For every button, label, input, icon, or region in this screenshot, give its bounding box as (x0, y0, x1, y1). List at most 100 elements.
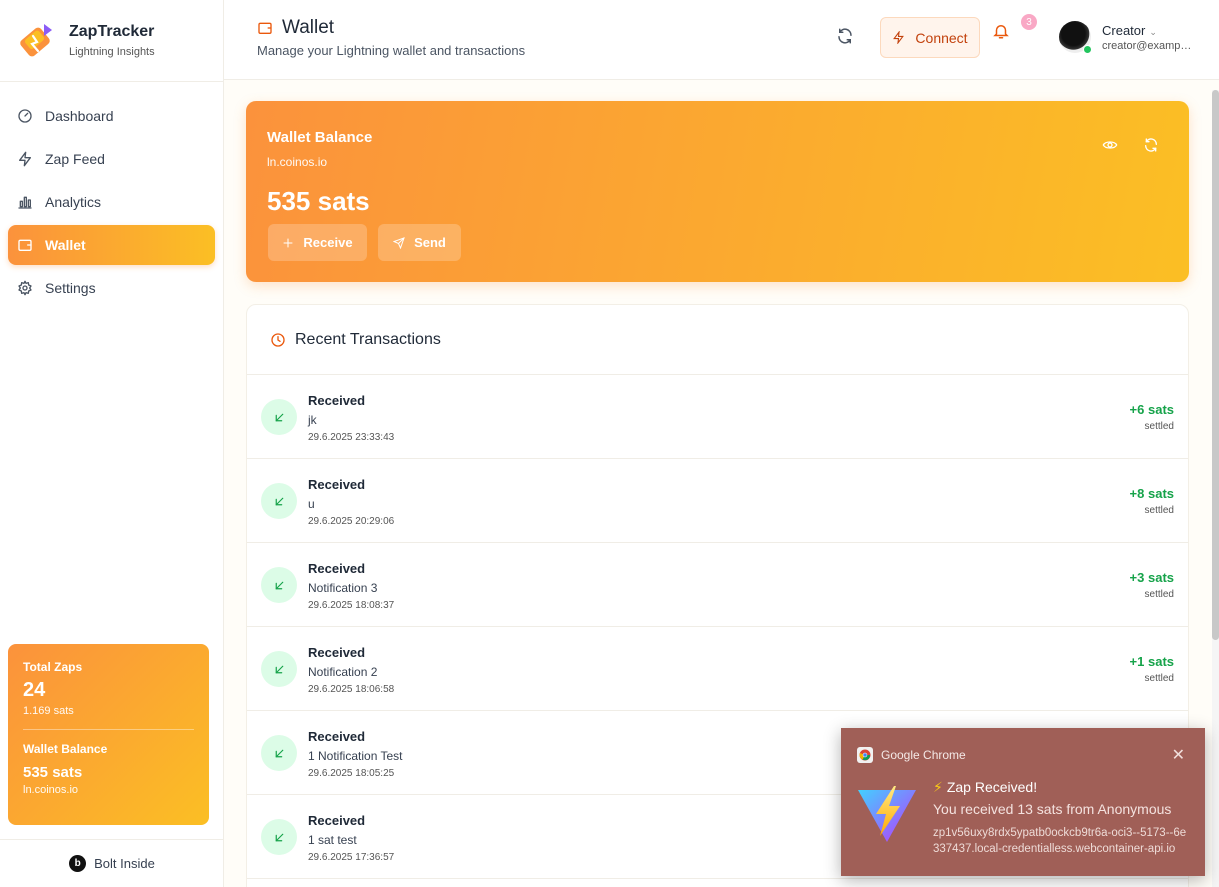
transaction-row[interactable]: Received u 29.6.2025 20:29:06 +8 sats settle… (247, 459, 1188, 543)
notification-count-badge: 3 (1021, 14, 1037, 30)
bolt-footer-label: Bolt Inside (94, 856, 155, 871)
page-title-text: Wallet (282, 17, 335, 38)
balance-title: Wallet Balance (267, 129, 373, 146)
transaction-status: settled (1144, 505, 1174, 516)
sidebar-item-wallet[interactable]: Wallet (8, 225, 215, 265)
received-arrow-icon (261, 399, 297, 435)
refresh-icon (1144, 138, 1158, 152)
bell-icon (993, 25, 1009, 39)
stats-divider (23, 729, 194, 730)
sidebar-item-settings[interactable]: Settings (8, 268, 215, 308)
wallet-balance-value: 535 sats (23, 764, 83, 781)
transaction-amount: +3 sats (1129, 570, 1174, 585)
connect-button[interactable]: Connect (880, 17, 980, 58)
transactions-header: Recent Transactions (247, 305, 1188, 375)
notification-app-name: Google Chrome (881, 748, 966, 762)
transaction-status: settled (1144, 421, 1174, 432)
balance-provider: ln.coinos.io (267, 155, 328, 169)
eye-icon (1102, 141, 1118, 149)
notification-title: ⚡ Zap Received! (933, 779, 1037, 796)
bolt-icon (19, 151, 31, 167)
transaction-status: settled (1144, 673, 1174, 684)
avatar[interactable] (1059, 21, 1092, 54)
transaction-status: settled (1144, 589, 1174, 600)
notification-title-text: Zap Received! (946, 779, 1038, 795)
sidebar: ZapTracker Lightning Insights Dashboard … (0, 0, 224, 887)
transaction-amount: +8 sats (1129, 486, 1174, 501)
wallet-icon (18, 239, 32, 251)
transaction-date: 29.6.2025 17:36:57 (308, 852, 395, 863)
transactions-title: Recent Transactions (295, 330, 441, 348)
sidebar-item-label: Analytics (45, 194, 102, 210)
scrollbar-thumb[interactable] (1212, 90, 1219, 640)
transaction-memo: Notification 2 (308, 665, 378, 679)
transaction-amount: +1 sats (1129, 654, 1174, 669)
received-arrow-icon (261, 651, 297, 687)
received-arrow-icon (261, 483, 297, 519)
receive-button[interactable]: Receive (268, 224, 367, 261)
transaction-row[interactable]: Received jk 29.6.2025 23:33:43 +6 sats settl… (247, 375, 1188, 459)
bolt-footer[interactable]: b Bolt Inside (0, 839, 224, 887)
online-status-dot (1083, 45, 1092, 54)
refresh-icon (838, 28, 852, 44)
vite-logo-icon (858, 786, 916, 842)
brand[interactable]: ZapTracker Lightning Insights (0, 0, 223, 82)
wallet-balance-label: Wallet Balance (23, 742, 108, 756)
transaction-memo: 1 Notification Test (308, 749, 403, 763)
send-icon (393, 236, 405, 249)
send-button[interactable]: Send (378, 224, 461, 261)
transaction-type: Received (308, 477, 366, 492)
transaction-row[interactable]: Received Notification 2 29.6.2025 18:06:58… (247, 627, 1188, 711)
received-arrow-icon (261, 819, 297, 855)
transaction-date: 29.6.2025 18:05:25 (308, 768, 395, 779)
refresh-balance-button[interactable] (1143, 137, 1161, 155)
gear-icon (18, 280, 32, 296)
transaction-memo: u (308, 497, 315, 511)
page-scrollbar[interactable] (1212, 90, 1219, 887)
notification-origin: zp1v56uxy8rdx5ypatb0ockcb9tr6a-oci3--517… (933, 827, 1187, 855)
receive-label: Receive (303, 235, 353, 250)
bar-chart-icon (18, 196, 32, 209)
transaction-date: 29.6.2025 23:33:43 (308, 432, 395, 443)
transaction-date: 29.6.2025 20:29:06 (308, 516, 395, 527)
transaction-memo: 1 sat test (308, 833, 357, 847)
sidebar-item-zap-feed[interactable]: Zap Feed (8, 139, 215, 179)
sidebar-item-dashboard[interactable]: Dashboard (8, 96, 215, 136)
transaction-type: Received (308, 729, 366, 744)
lightning-icon: ⚡ (933, 779, 943, 795)
sidebar-nav: Dashboard Zap Feed Analytics Wallet Sett… (0, 82, 223, 325)
bolt-icon (893, 31, 905, 44)
notification-body: You received 13 sats from Anonymous (933, 801, 1172, 817)
clock-icon (271, 332, 285, 347)
chrome-notification[interactable]: Google Chrome ✕ ⚡ Zap Received! You recei… (841, 728, 1205, 876)
received-arrow-icon (261, 735, 297, 771)
transaction-type: Received (308, 561, 366, 576)
page-title: Wallet (257, 17, 334, 39)
total-zaps-sats: 1.169 sats (23, 705, 74, 717)
transaction-type: Received (308, 393, 366, 408)
transaction-type: Received (308, 645, 366, 660)
gauge-icon (18, 109, 32, 123)
transaction-amount: +6 sats (1129, 402, 1174, 417)
brand-name: ZapTracker (69, 23, 155, 40)
received-arrow-icon (261, 567, 297, 603)
sidebar-stats-card: Total Zaps 24 1.169 sats Wallet Balance … (8, 644, 209, 825)
transaction-memo: Notification 3 (308, 581, 378, 595)
chevron-down-icon: ⌄ (1149, 27, 1157, 37)
sidebar-item-label: Dashboard (45, 108, 114, 124)
plus-icon (283, 238, 293, 247)
zaptracker-logo (20, 23, 52, 56)
total-zaps-value: 24 (23, 679, 46, 701)
refresh-button[interactable] (836, 27, 856, 47)
transaction-date: 29.6.2025 18:08:37 (308, 600, 395, 611)
notifications-button[interactable] (992, 22, 1014, 44)
bolt-logo-icon: b (69, 855, 87, 872)
user-menu[interactable]: Creator ⌄ (1102, 23, 1157, 38)
transaction-row[interactable]: Received Notification 3 29.6.2025 18:08:37… (247, 543, 1188, 627)
balance-amount: 535 sats (267, 186, 370, 216)
close-icon[interactable]: ✕ (1172, 745, 1185, 765)
toggle-visibility-button[interactable] (1102, 137, 1120, 155)
sidebar-item-analytics[interactable]: Analytics (8, 182, 215, 222)
chrome-icon (857, 747, 873, 763)
wallet-balance-card: Wallet Balance ln.coinos.io 535 sats Rec… (246, 101, 1189, 282)
